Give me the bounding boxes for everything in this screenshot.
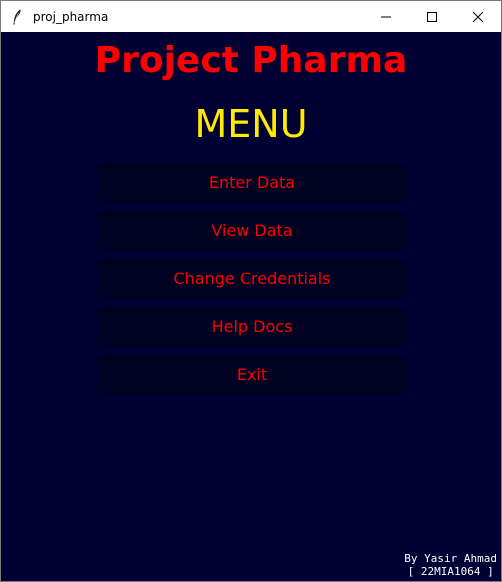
main-content: Project Pharma MENU Enter Data View Data… (1, 32, 501, 581)
window-controls (363, 1, 501, 32)
credits-author: By Yasir Ahmad (404, 552, 497, 565)
help-docs-button[interactable]: Help Docs (97, 307, 407, 346)
window-title: proj_pharma (33, 9, 109, 24)
enter-data-button[interactable]: Enter Data (97, 163, 407, 202)
exit-button[interactable]: Exit (97, 355, 407, 394)
app-title: Project Pharma (94, 40, 408, 81)
minimize-button[interactable] (363, 1, 409, 32)
menu-heading: MENU (194, 102, 308, 146)
maximize-button[interactable] (409, 1, 455, 32)
close-button[interactable] (455, 1, 501, 32)
close-icon (472, 7, 484, 26)
menu-list: Enter Data View Data Change Credentials … (97, 163, 407, 403)
change-credentials-button[interactable]: Change Credentials (97, 259, 407, 298)
credits-id: [ 22MIA1064 ] (407, 565, 494, 578)
title-bar[interactable]: proj_pharma (1, 1, 501, 32)
view-data-button[interactable]: View Data (97, 211, 407, 250)
app-window: proj_pharma Project Pharma MENU Enter Da… (0, 0, 502, 582)
maximize-icon (427, 7, 437, 26)
feather-icon (10, 9, 24, 25)
credits: By Yasir Ahmad [ 22MIA1064 ] (404, 552, 497, 578)
minimize-icon (381, 7, 391, 26)
